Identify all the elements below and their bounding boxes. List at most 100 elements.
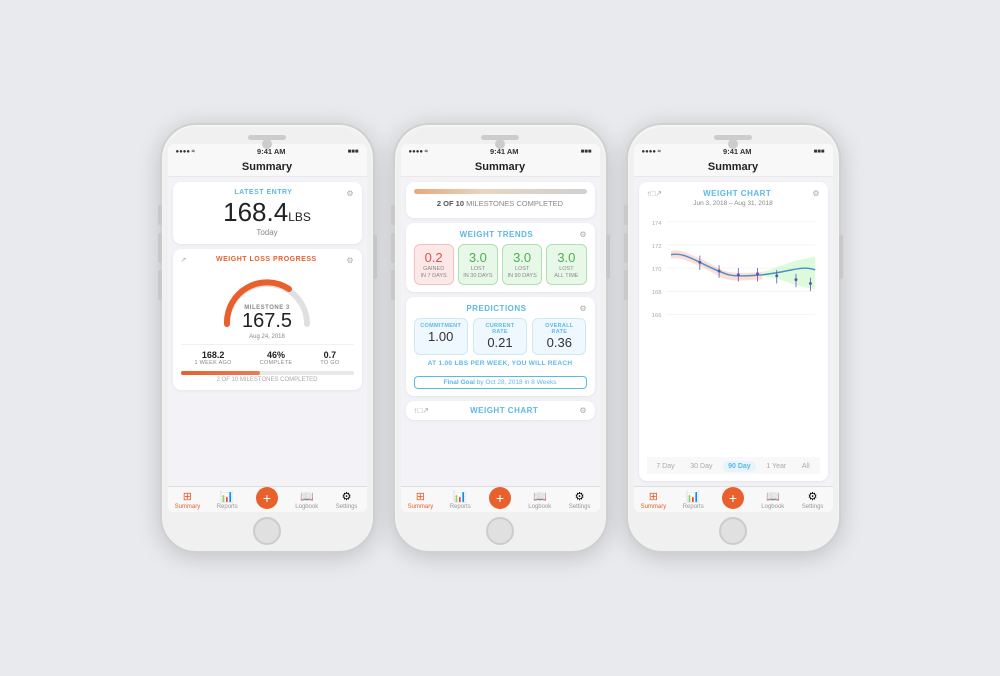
progress-header: ↗ Weight Loss Progress ⚙ [181, 256, 354, 265]
add-icon-2[interactable]: + [489, 487, 511, 509]
trends-gear-icon[interactable]: ⚙ [579, 230, 586, 239]
tab-logbook-1[interactable]: 📖 Logbook [287, 490, 327, 510]
add-icon-3[interactable]: + [722, 487, 744, 509]
logbook-tab-icon-1: 📖 [300, 490, 314, 503]
add-icon-1[interactable]: + [256, 487, 278, 509]
phone-1: ●●●● ≈ 9:41 AM ■■■ Summary Latest Entry … [160, 123, 375, 553]
side-btn-vol-down [158, 270, 162, 300]
reports-tab-icon-3: 📊 [686, 490, 700, 503]
weight-trends-card: Weight Trends ⚙ 0.2 Gainedin 7 Days 3.0 … [406, 223, 595, 292]
settings-tab-label-2: Settings [569, 504, 591, 510]
summary-tab-label-2: Summary [408, 504, 434, 510]
predictions-title: Predictions [466, 304, 526, 313]
screen-content-2: 2 OF 10 MILESTONES COMPLETED Weight Tren… [401, 177, 600, 486]
time-btn-1year[interactable]: 1 Year [761, 461, 791, 472]
time-btn-30day[interactable]: 30 Day [685, 461, 717, 472]
screen-content-3: ↑□ ↗ Weight Chart ⚙ Jun 3, 2018 – Aug 31… [634, 177, 833, 486]
weight-chart-svg: 174 172 170 168 166 [647, 210, 820, 330]
home-button-3[interactable] [719, 517, 747, 545]
tab-reports-3[interactable]: 📊 Reports [673, 490, 713, 510]
settings-tab-icon-2: ⚙ [575, 490, 585, 503]
trend-alltime-value: 3.0 [550, 250, 582, 265]
stat-complete: 46% Complete [260, 350, 293, 366]
logbook-tab-icon-2: 📖 [533, 490, 547, 503]
pred-overall-rate-label: Overall Rate [537, 323, 581, 335]
tab-summary-3[interactable]: ⊞ Summary [634, 490, 674, 510]
chart-gear-icon-2[interactable]: ⚙ [579, 406, 586, 415]
screen-title-1: Summary [168, 157, 367, 177]
logbook-tab-label-3: Logbook [761, 504, 784, 510]
time-btn-90day[interactable]: 90 Day [723, 461, 756, 472]
trend-30day: 3.0 Lostin 30 Days [458, 244, 498, 285]
time-btn-7day[interactable]: 7 Day [651, 461, 679, 472]
battery-icon-3: ■■■ [814, 149, 825, 155]
tab-settings-3[interactable]: ⚙ Settings [793, 490, 833, 510]
tab-settings-1[interactable]: ⚙ Settings [327, 490, 367, 510]
trend-90day: 3.0 Lostin 90 Days [502, 244, 542, 285]
side-btn-vol-up [158, 233, 162, 263]
trend-30day-label: Lostin 30 Days [462, 266, 494, 279]
trend-7day-value: 0.2 [418, 250, 450, 265]
weight-chart-card-3: ↑□ ↗ Weight Chart ⚙ Jun 3, 2018 – Aug 31… [639, 182, 828, 481]
milestone-progress-fill [181, 371, 261, 375]
trends-grid: 0.2 Gainedin 7 Days 3.0 Lostin 30 Days 3… [414, 244, 587, 285]
svg-text:174: 174 [651, 221, 661, 227]
tab-summary-1[interactable]: ⊞ Summary [168, 490, 208, 510]
time-btn-all[interactable]: All [797, 461, 815, 472]
prediction-reach-text: At 1.00 LBS Per Week, You Will Reach [414, 360, 587, 367]
tab-bar-2: ⊞ Summary 📊 Reports + 📖 Logbook ⚙ Settin… [401, 486, 600, 512]
progress-gear-icon[interactable]: ⚙ [346, 256, 353, 265]
tab-add-3[interactable]: + [713, 490, 753, 510]
trend-30day-value: 3.0 [462, 250, 494, 265]
latest-entry-card: Latest Entry ⚙ 168.4LBS Today [173, 182, 362, 244]
chart-gear-icon-3[interactable]: ⚙ [812, 189, 819, 198]
svg-text:166: 166 [651, 313, 661, 319]
status-bar-1: ●●●● ≈ 9:41 AM ■■■ [168, 144, 367, 157]
tab-logbook-3[interactable]: 📖 Logbook [753, 490, 793, 510]
signal-icon: ●●●● ≈ [176, 149, 195, 155]
share-icon-3[interactable]: ↑□ [647, 189, 656, 198]
milestone-bar [414, 189, 587, 194]
tab-summary-2[interactable]: ⊞ Summary [401, 490, 441, 510]
weight-chart-card-2: ↑□ ↗ Weight Chart ⚙ [406, 401, 595, 420]
tab-settings-2[interactable]: ⚙ Settings [560, 490, 600, 510]
tab-add-2[interactable]: + [480, 490, 520, 510]
home-button-2[interactable] [486, 517, 514, 545]
weight-chart-label-2: Weight Chart [429, 406, 579, 415]
summary-tab-label-3: Summary [641, 504, 667, 510]
reports-tab-label-2: Reports [450, 504, 471, 510]
milestones-card: 2 OF 10 MILESTONES COMPLETED [406, 182, 595, 218]
pred-current-rate-label: Current Rate [478, 323, 522, 335]
pred-overall-rate: Overall Rate 0.36 [532, 318, 586, 355]
share-icon-2[interactable]: ↑□ [414, 406, 423, 415]
tab-logbook-2[interactable]: 📖 Logbook [520, 490, 560, 510]
expand-icon[interactable]: ↗ [181, 256, 187, 264]
home-button-1[interactable] [253, 517, 281, 545]
latest-entry-gear-icon[interactable]: ⚙ [346, 189, 353, 198]
side-btn-vol-down-2 [391, 270, 395, 300]
reports-tab-label-3: Reports [683, 504, 704, 510]
trend-90day-value: 3.0 [506, 250, 538, 265]
summary-tab-icon-2: ⊞ [416, 490, 425, 503]
tab-reports-2[interactable]: 📊 Reports [440, 490, 480, 510]
milestone-goal-weight: 167.5 [242, 311, 292, 331]
predictions-header: Predictions ⚙ [414, 304, 587, 318]
tab-add-1[interactable]: + [247, 490, 287, 510]
tab-reports-1[interactable]: 📊 Reports [207, 490, 247, 510]
status-time-3: 9:41 AM [723, 147, 751, 156]
predictions-gear-icon[interactable]: ⚙ [579, 304, 586, 313]
stat-1week: 168.2 1 Week Ago [194, 350, 231, 366]
side-btn-mute-2 [391, 205, 395, 225]
milestones-text-2: 2 OF 10 MILESTONES COMPLETED [414, 199, 587, 208]
reports-tab-icon-2: 📊 [453, 490, 467, 503]
expand-icon-2[interactable]: ↗ [422, 406, 429, 415]
pred-current-rate-value: 0.21 [478, 335, 522, 350]
side-btn-power-2 [606, 235, 610, 279]
stat-1week-value: 168.2 [194, 350, 231, 360]
side-btn-mute-3 [624, 205, 628, 225]
trends-header: Weight Trends ⚙ [414, 230, 587, 244]
trend-7day: 0.2 Gainedin 7 Days [414, 244, 454, 285]
expand-icon-3[interactable]: ↗ [655, 189, 662, 198]
logbook-tab-label-1: Logbook [295, 504, 318, 510]
status-bar-3: ●●●● ≈ 9:41 AM ■■■ [634, 144, 833, 157]
